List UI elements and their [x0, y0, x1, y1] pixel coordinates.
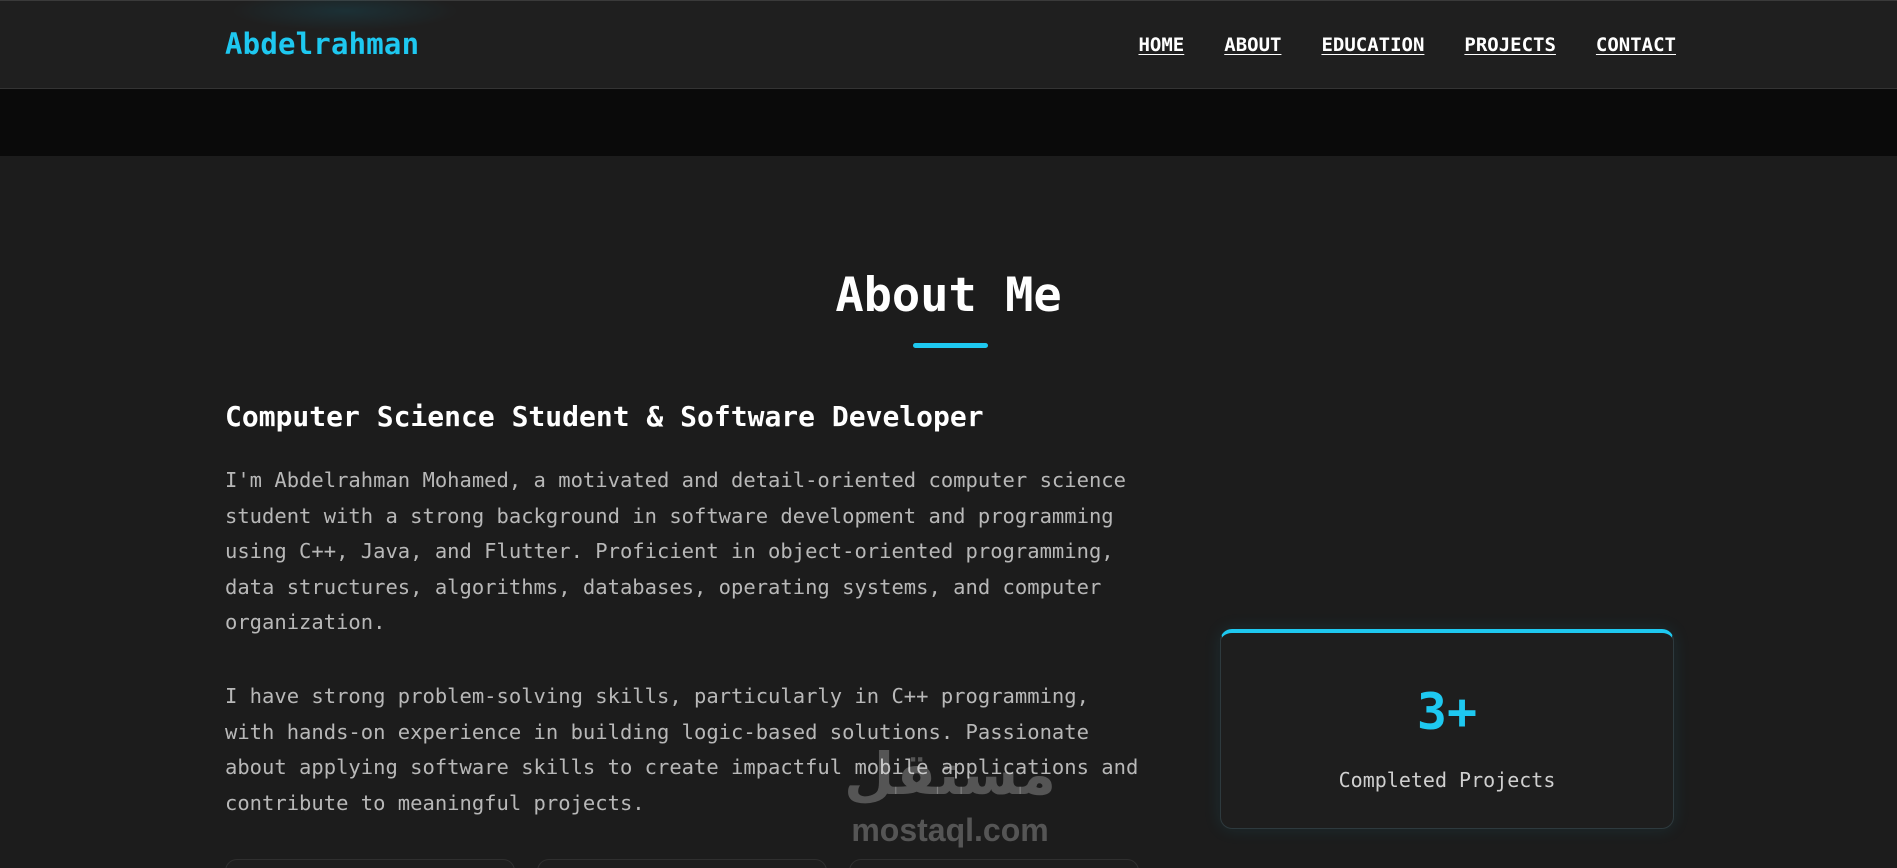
- nav-contact[interactable]: CONTACT: [1596, 34, 1676, 56]
- about-paragraph-1: I'm Abdelrahman Mohamed, a motivated and…: [225, 468, 1126, 634]
- about-section: About Me Computer Science Student & Soft…: [0, 156, 1897, 868]
- logo-link[interactable]: Abdelrahman: [225, 27, 419, 61]
- navbar: Abdelrahman HOME ABOUT EDUCATION PROJECT…: [0, 0, 1897, 89]
- nav-projects[interactable]: PROJECTS: [1464, 34, 1556, 56]
- stat-card: 3+ Completed Projects: [1220, 629, 1674, 829]
- nav-home[interactable]: HOME: [1138, 34, 1184, 56]
- about-subtitle: Computer Science Student & Software Deve…: [225, 400, 984, 433]
- info-card: [849, 859, 1139, 868]
- nav-about[interactable]: ABOUT: [1224, 34, 1281, 56]
- stat-number: 3+: [1416, 683, 1478, 741]
- info-cards-row: [225, 859, 1139, 868]
- page: Abdelrahman HOME ABOUT EDUCATION PROJECT…: [0, 0, 1897, 868]
- about-paragraph-2: I have strong problem-solving skills, pa…: [225, 684, 1139, 815]
- main-nav: HOME ABOUT EDUCATION PROJECTS CONTACT: [1138, 34, 1676, 56]
- info-card: [537, 859, 827, 868]
- info-card: [225, 859, 515, 868]
- hero-bottom-band: [0, 89, 1897, 156]
- section-title: About Me: [835, 268, 1062, 323]
- title-underline: [913, 343, 988, 348]
- stat-label: Completed Projects: [1338, 768, 1556, 792]
- nav-education[interactable]: EDUCATION: [1321, 34, 1424, 56]
